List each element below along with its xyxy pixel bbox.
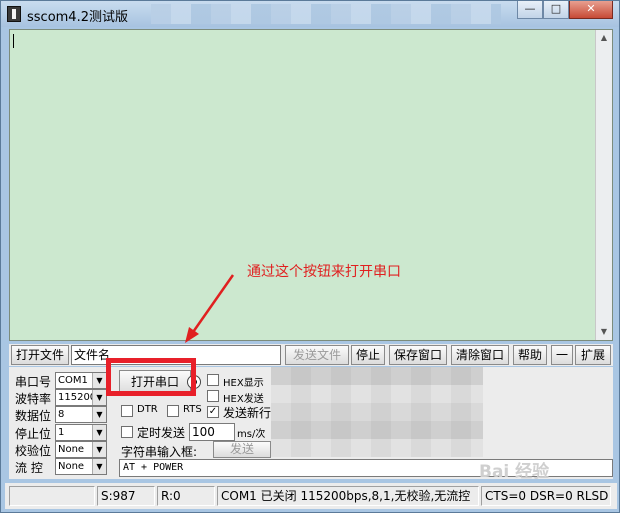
baud-select[interactable]: 115200 ▼ [55, 389, 107, 406]
flow-value: None [58, 461, 85, 472]
interval-input[interactable]: 100 [189, 423, 235, 441]
expand-button[interactable]: 扩展 [575, 345, 611, 365]
scroll-up-icon[interactable]: ▲ [596, 30, 612, 46]
chevron-down-icon[interactable]: ▼ [92, 425, 106, 440]
parity-value: None [58, 444, 85, 455]
status-cell-blank [9, 486, 95, 506]
annotation-text: 通过这个按钮来打开串口 [247, 264, 401, 280]
flow-label: 流 控 [15, 461, 43, 475]
stopbits-label: 停止位 [15, 427, 52, 441]
stopbits-select[interactable]: 1 ▼ [55, 424, 107, 441]
flow-select[interactable]: None ▼ [55, 458, 107, 475]
dtr-label: DTR [137, 404, 158, 415]
send-newline-label: 发送新行 [223, 406, 272, 420]
app-icon [7, 6, 21, 22]
chevron-down-icon[interactable]: ▼ [92, 373, 106, 388]
hex-display-checkbox[interactable] [207, 374, 219, 386]
port-label: 串口号 [15, 375, 52, 389]
receive-area[interactable]: ▲ ▼ [9, 29, 613, 341]
parity-select[interactable]: None ▼ [55, 441, 107, 458]
dash-button[interactable]: 一 [551, 345, 573, 365]
chevron-down-icon[interactable]: ▼ [92, 442, 106, 457]
stop-button[interactable]: 停止 [351, 345, 385, 365]
rts-checkbox[interactable] [167, 405, 179, 417]
save-window-button[interactable]: 保存窗口 [389, 345, 447, 365]
timed-send-checkbox[interactable] [121, 426, 133, 438]
sent-count: S:987 [97, 486, 155, 506]
clear-window-button[interactable]: 清除窗口 [451, 345, 509, 365]
stopbits-value: 1 [58, 427, 65, 438]
minimize-button[interactable]: — [517, 1, 543, 19]
send-file-button[interactable]: 发送文件 [285, 345, 349, 365]
port-state: COM1 已关闭 115200bps,8,1,无校验,无流控 [217, 486, 479, 506]
hex-send-checkbox[interactable] [207, 390, 219, 402]
app-window: sscom4.2测试版 — □ ✕ ▲ ▼ 通过这个按钮来打开串口 打开文件 文… [0, 0, 620, 513]
dtr-checkbox[interactable] [121, 405, 133, 417]
text-caret [13, 34, 14, 48]
send-newline-checkbox[interactable]: ✓ [207, 406, 219, 418]
annotation-arrow-icon [185, 274, 235, 343]
received-count: R:0 [157, 486, 215, 506]
hex-display-label: HEX显示 [223, 378, 264, 389]
baud-label: 波特率 [15, 392, 52, 406]
watermark-logo: Bai 经验 [479, 462, 550, 482]
string-input-label: 字符串输入框: [121, 445, 198, 459]
chevron-down-icon[interactable]: ▼ [92, 459, 106, 474]
timed-send-label: 定时发送 [137, 426, 186, 440]
file-toolbar: 打开文件 文件名 发送文件 停止 保存窗口 清除窗口 帮助 一 扩展 [9, 344, 613, 366]
vertical-scrollbar[interactable]: ▲ ▼ [595, 30, 612, 340]
maximize-button[interactable]: □ [543, 1, 569, 19]
send-button[interactable]: 发送 [213, 441, 271, 458]
port-select[interactable]: COM1 ▼ [55, 372, 107, 389]
open-file-button[interactable]: 打开文件 [11, 345, 69, 365]
interval-unit: ms/次 [237, 429, 266, 440]
status-bar: S:987 R:0 COM1 已关闭 115200bps,8,1,无校验,无流控… [5, 483, 617, 509]
rts-label: RTS [183, 404, 202, 415]
databits-label: 数据位 [15, 409, 52, 423]
parity-label: 校验位 [15, 444, 52, 458]
databits-select[interactable]: 8 ▼ [55, 406, 107, 423]
scroll-down-icon[interactable]: ▼ [596, 324, 612, 340]
baud-value: 115200 [58, 392, 97, 403]
chevron-down-icon[interactable]: ▼ [92, 390, 106, 405]
highlight-box [106, 358, 196, 396]
databits-value: 8 [58, 409, 65, 420]
close-button[interactable]: ✕ [569, 1, 613, 19]
title-bar[interactable]: sscom4.2测试版 — □ ✕ [1, 1, 619, 27]
window-title: sscom4.2测试版 [27, 10, 128, 25]
help-button[interactable]: 帮助 [513, 345, 547, 365]
blurred-region [271, 367, 483, 457]
hex-send-label: HEX发送 [223, 394, 264, 405]
chevron-down-icon[interactable]: ▼ [92, 407, 106, 422]
blurred-region [151, 4, 501, 24]
caption-buttons: — □ ✕ [517, 1, 613, 21]
signal-state: CTS=0 DSR=0 RLSD [481, 486, 611, 506]
port-value: COM1 [58, 375, 88, 386]
